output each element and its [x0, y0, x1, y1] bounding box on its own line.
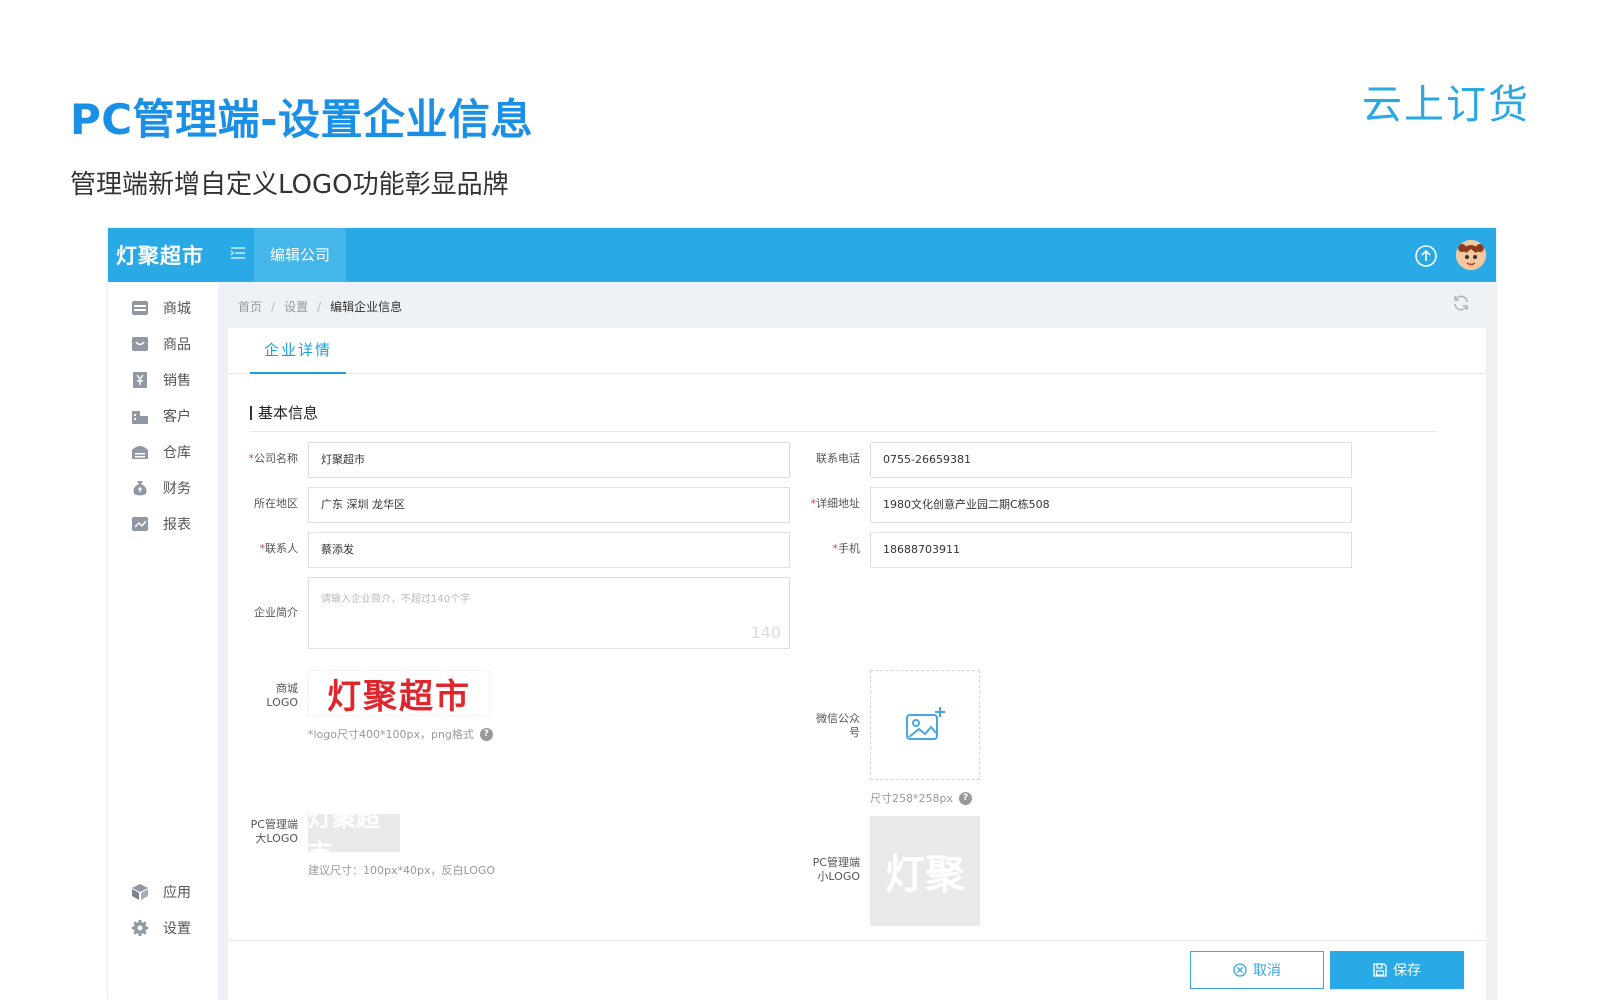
intro-placeholder: 请输入企业简介，不超过140个字 — [321, 594, 471, 605]
breadcrumb-current: 编辑企业信息 — [330, 300, 403, 314]
address-label: *详细地址 — [810, 497, 861, 510]
shop-logo-preview[interactable]: 灯聚超市 — [308, 670, 490, 717]
finance-icon — [130, 478, 150, 498]
goods-icon — [130, 334, 150, 354]
report-icon — [130, 514, 150, 534]
menu-toggle-icon[interactable] — [226, 242, 250, 266]
shop-icon — [130, 298, 150, 318]
pc-small-logo-label: PC管理端 小LOGO — [812, 856, 860, 883]
sidebar-item-goods[interactable]: 商品 — [130, 330, 191, 358]
sidebar: 商城 商品 销售 客户 仓库 财务 报表 应用 设置 — [108, 282, 218, 1000]
sidebar-item-shop[interactable]: 商城 — [130, 294, 191, 322]
pc-big-logo-preview[interactable]: 灯聚超市 — [308, 804, 400, 867]
pc-big-logo-label: PC管理端 大LOGO — [250, 818, 298, 845]
company-name-label: *公司名称 — [248, 452, 299, 465]
slide-subtitle: 管理端新增自定义LOGO功能彰显品牌 — [70, 170, 509, 200]
upload-icon[interactable] — [1414, 244, 1438, 268]
sidebar-item-warehouse[interactable]: 仓库 — [130, 438, 191, 466]
sidebar-item-label: 应用 — [163, 885, 191, 901]
sidebar-item-label: 报表 — [163, 517, 191, 533]
region-label: 所在地区 — [254, 497, 298, 510]
region-field[interactable]: 广东 深圳 龙华区 — [308, 487, 790, 523]
tab-company-detail[interactable]: 企业详情 — [250, 328, 346, 374]
shop-logo-label: 商城 LOGO — [266, 682, 298, 709]
sidebar-item-finance[interactable]: 财务 — [130, 474, 191, 502]
customer-icon — [130, 406, 150, 426]
help-icon[interactable]: ? — [958, 791, 972, 805]
sidebar-item-customer[interactable]: 客户 — [130, 402, 191, 430]
sidebar-item-label: 财务 — [163, 481, 191, 497]
apps-icon — [130, 882, 150, 902]
main-content: 首页 / 设置 / 编辑企业信息 企业详情 基本信息 *公司名称 灯聚超市 联系电话 0… — [228, 282, 1486, 1000]
avatar[interactable] — [1456, 240, 1486, 270]
sidebar-item-settings[interactable]: 设置 — [130, 914, 191, 942]
sidebar-item-label: 设置 — [163, 921, 191, 937]
slide-title: PC管理端-设置企业信息 — [70, 95, 534, 144]
sidebar-item-apps[interactable]: 应用 — [130, 878, 191, 906]
intro-char-counter: 140 — [750, 623, 781, 642]
top-bar: 灯聚超市 编辑公司 — [108, 228, 1496, 282]
sidebar-item-label: 仓库 — [163, 445, 191, 461]
breadcrumb-home[interactable]: 首页 — [238, 300, 262, 314]
breadcrumb: 首页 / 设置 / 编辑企业信息 — [238, 300, 403, 314]
wechat-hint: 尺寸258*258px? — [870, 790, 972, 806]
sidebar-item-label: 客户 — [163, 409, 191, 425]
mobile-label: *手机 — [832, 542, 861, 555]
save-button[interactable]: 保存 — [1330, 951, 1464, 989]
breadcrumb-settings[interactable]: 设置 — [284, 300, 308, 314]
cancel-button[interactable]: 取消 — [1190, 951, 1324, 989]
sidebar-item-label: 商城 — [163, 301, 191, 317]
add-image-icon — [906, 707, 945, 740]
pc-big-logo-hint: 建议尺寸：100px*40px，反白LOGO — [308, 864, 496, 877]
save-icon — [1373, 963, 1387, 977]
sidebar-item-label: 销售 — [163, 373, 191, 389]
app-window: 灯聚超市 编辑公司 商城 商品 销售 客户 仓库 财务 报表 应用 设置 首页 … — [108, 228, 1496, 1000]
address-field[interactable]: 1980文化创意产业园二期C栋508 — [870, 487, 1352, 523]
refresh-icon[interactable] — [1452, 294, 1470, 312]
settings-icon — [130, 918, 150, 938]
contact-field[interactable]: 蔡添发 — [308, 532, 790, 568]
cancel-icon — [1233, 963, 1247, 977]
wechat-label: 微信公众号 — [816, 712, 860, 739]
sidebar-item-sales[interactable]: 销售 — [130, 366, 191, 394]
pc-small-logo-preview[interactable]: 灯聚 — [870, 816, 980, 926]
warehouse-icon — [130, 442, 150, 462]
phone-label: 联系电话 — [816, 452, 860, 465]
mobile-field[interactable]: 18688703911 — [870, 532, 1352, 568]
phone-field[interactable]: 0755-26659381 — [870, 442, 1352, 478]
sidebar-item-report[interactable]: 报表 — [130, 510, 191, 538]
form-footer: 取消 保存 — [228, 940, 1486, 1000]
intro-textarea[interactable]: 请输入企业简介，不超过140个字 140 — [308, 577, 790, 649]
brand-logo: 云上订货 — [1362, 82, 1530, 128]
contact-label: *联系人 — [259, 542, 299, 555]
wechat-upload-box[interactable] — [870, 670, 980, 780]
form-panel: 企业详情 基本信息 *公司名称 灯聚超市 联系电话 0755-26659381 … — [228, 328, 1486, 1000]
shop-logo-hint: *logo尺寸400*100px，png格式? — [308, 726, 493, 742]
help-icon[interactable]: ? — [479, 727, 493, 741]
tab-edit-company[interactable]: 编辑公司 — [254, 228, 346, 282]
company-name-field[interactable]: 灯聚超市 — [308, 442, 790, 478]
section-title: 基本信息 — [250, 402, 1436, 432]
sidebar-item-label: 商品 — [163, 337, 191, 353]
intro-label: 企业简介 — [254, 606, 298, 619]
sales-icon — [130, 370, 150, 390]
app-name: 灯聚超市 — [116, 244, 204, 268]
tab-bar: 企业详情 — [228, 328, 1486, 374]
